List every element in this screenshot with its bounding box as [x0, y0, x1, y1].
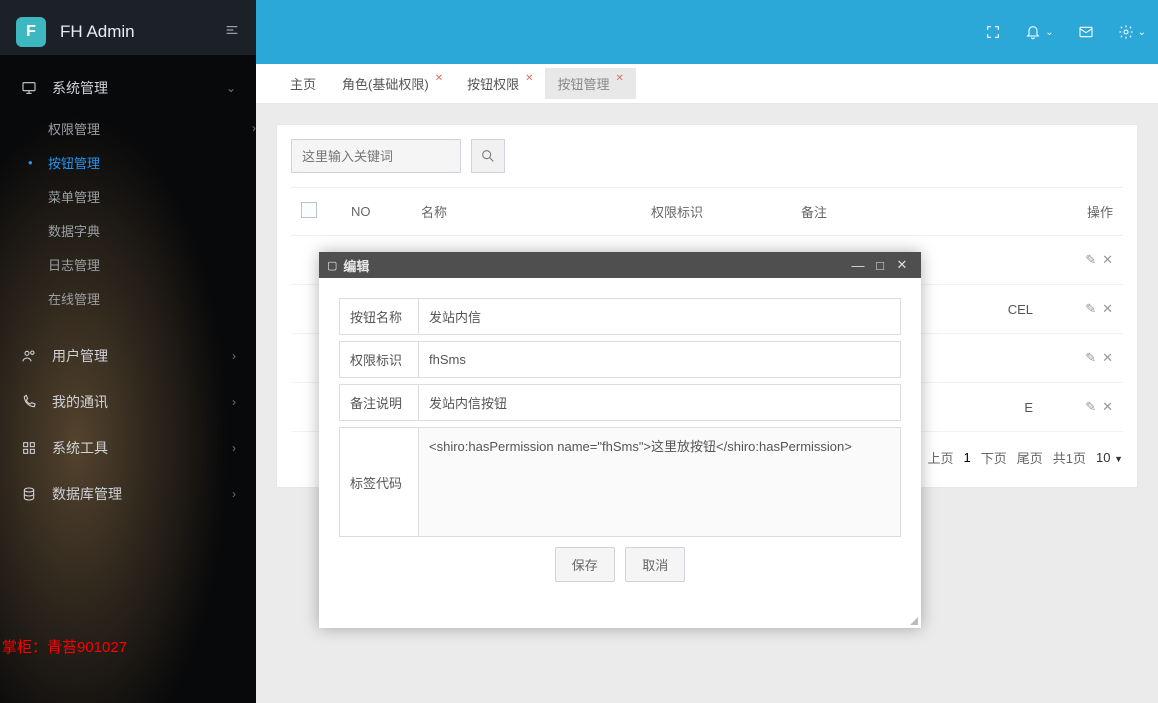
- tab-btnmgmt[interactable]: 按钮管理✕: [545, 68, 635, 99]
- search-input[interactable]: [291, 139, 461, 173]
- nav-label: 系统管理: [52, 78, 108, 98]
- checkbox-all[interactable]: [301, 202, 317, 218]
- menu-toggle-icon[interactable]: [224, 22, 240, 43]
- table-header-row: NO 名称 权限标识 备注 操作: [291, 188, 1123, 236]
- textarea-tagcode[interactable]: [418, 428, 900, 536]
- brand-name: FH Admin: [60, 22, 224, 42]
- pager-page-1[interactable]: 1: [963, 450, 970, 465]
- nav-label: 我的通讯: [52, 392, 108, 412]
- delete-icon[interactable]: ✕: [1102, 252, 1113, 267]
- chevron-right-icon: ›: [252, 121, 256, 135]
- input-remark[interactable]: [418, 385, 900, 420]
- chevron-right-icon: ›: [232, 395, 236, 409]
- triangle-down-icon: ▼: [1114, 454, 1123, 464]
- chevron-right-icon: ›: [232, 441, 236, 455]
- sub-log[interactable]: 日志管理: [0, 247, 256, 281]
- nav-user[interactable]: 用户管理 ›: [0, 333, 256, 379]
- fullscreen-icon[interactable]: [985, 24, 1001, 40]
- nav-contact[interactable]: 我的通讯 ›: [0, 379, 256, 425]
- chevron-down-icon: ⌄: [226, 81, 236, 95]
- nav-db[interactable]: 数据库管理 ›: [0, 471, 256, 517]
- dialog-title: 编辑: [343, 256, 847, 275]
- label-btn-name: 按钮名称: [340, 299, 418, 334]
- row-btn-name: 按钮名称: [339, 298, 901, 335]
- label-remark: 备注说明: [340, 385, 418, 420]
- edit-icon[interactable]: ✎: [1085, 252, 1096, 267]
- input-btn-name[interactable]: [418, 299, 900, 334]
- tab-home[interactable]: 主页: [276, 68, 330, 99]
- gear-icon[interactable]: ⌄: [1118, 24, 1146, 40]
- bell-icon[interactable]: ⌄: [1025, 24, 1053, 40]
- col-no: NO: [341, 188, 411, 236]
- maximize-icon[interactable]: □: [869, 258, 891, 273]
- label-perm: 权限标识: [340, 342, 418, 377]
- app-logo: F: [16, 17, 46, 47]
- grid-icon: [20, 439, 38, 457]
- tab-role[interactable]: 角色(基础权限)✕: [330, 68, 455, 99]
- pager-total: 共1页: [1053, 448, 1086, 467]
- search-icon: [480, 148, 496, 164]
- sub-menu[interactable]: 菜单管理: [0, 179, 256, 213]
- phone-icon: [20, 393, 38, 411]
- edit-dialog: ▢ 编辑 — □ ✕ 按钮名称 权限标识 备注说明 标签代码 保存 取消: [319, 252, 921, 628]
- delete-icon[interactable]: ✕: [1102, 399, 1113, 414]
- nav-system[interactable]: 系统管理 ⌄: [0, 65, 256, 111]
- logo-row: F FH Admin: [0, 0, 256, 64]
- save-button[interactable]: 保存: [555, 547, 615, 582]
- close-icon[interactable]: ✕: [525, 73, 533, 84]
- toolbar: [291, 139, 1123, 173]
- edit-icon[interactable]: ✎: [1085, 399, 1096, 414]
- col-name: 名称: [411, 188, 641, 236]
- chevron-right-icon: ›: [232, 349, 236, 363]
- tab-btnperm[interactable]: 按钮权限✕: [455, 68, 545, 99]
- row-perm: 权限标识: [339, 341, 901, 378]
- pager-last[interactable]: 尾页: [1017, 448, 1043, 467]
- minimize-icon[interactable]: —: [847, 258, 869, 273]
- cancel-button[interactable]: 取消: [625, 547, 685, 582]
- close-icon[interactable]: ✕: [435, 73, 443, 84]
- delete-icon[interactable]: ✕: [1102, 301, 1113, 316]
- nav-label: 数据库管理: [52, 484, 122, 504]
- resize-handle[interactable]: [907, 614, 919, 626]
- search-button[interactable]: [471, 139, 505, 173]
- tabs: 主页 角色(基础权限)✕ 按钮权限✕ 按钮管理✕: [256, 64, 1158, 104]
- edit-icon[interactable]: ✎: [1085, 350, 1096, 365]
- dialog-footer: 保存 取消: [339, 543, 901, 608]
- delete-icon[interactable]: ✕: [1102, 350, 1113, 365]
- pager-next[interactable]: 下页: [981, 448, 1007, 467]
- close-icon[interactable]: ✕: [616, 73, 624, 84]
- database-icon: [20, 485, 38, 503]
- pager-prev[interactable]: 上页: [927, 448, 953, 467]
- nav-label: 用户管理: [52, 346, 108, 366]
- pager-size[interactable]: 10 ▼: [1096, 450, 1123, 465]
- sub-online[interactable]: 在线管理: [0, 281, 256, 315]
- dialog-body: 按钮名称 权限标识 备注说明 标签代码 保存 取消: [319, 278, 921, 628]
- watermark: 掌柜：青苔901027: [2, 636, 127, 657]
- monitor-icon: [20, 79, 38, 97]
- window-icon: ▢: [327, 259, 337, 272]
- input-perm[interactable]: [418, 342, 900, 377]
- edit-icon[interactable]: ✎: [1085, 301, 1096, 316]
- label-tagcode: 标签代码: [340, 428, 418, 536]
- sub-dict[interactable]: 数据字典: [0, 213, 256, 247]
- header: ⌄ ⌄: [256, 0, 1158, 64]
- dialog-titlebar[interactable]: ▢ 编辑 — □ ✕: [319, 252, 921, 278]
- col-ops: 操作: [1043, 188, 1123, 236]
- col-remark: 备注: [791, 188, 1043, 236]
- row-tagcode: 标签代码: [339, 427, 901, 537]
- sub-button-mgmt[interactable]: 按钮管理: [0, 145, 256, 179]
- users-icon: [20, 347, 38, 365]
- mail-icon[interactable]: [1078, 24, 1094, 40]
- chevron-right-icon: ›: [232, 487, 236, 501]
- close-icon[interactable]: ✕: [891, 257, 913, 273]
- sub-perm[interactable]: 权限管理›: [0, 111, 256, 145]
- sidebar: F FH Admin 系统管理 ⌄ 权限管理› 按钮管理 菜单管理 数据字典 日…: [0, 0, 256, 703]
- col-perm: 权限标识: [641, 188, 791, 236]
- row-remark: 备注说明: [339, 384, 901, 421]
- nav: 系统管理 ⌄ 权限管理› 按钮管理 菜单管理 数据字典 日志管理 在线管理 用户…: [0, 65, 256, 517]
- nav-label: 系统工具: [52, 438, 108, 458]
- nav-tools[interactable]: 系统工具 ›: [0, 425, 256, 471]
